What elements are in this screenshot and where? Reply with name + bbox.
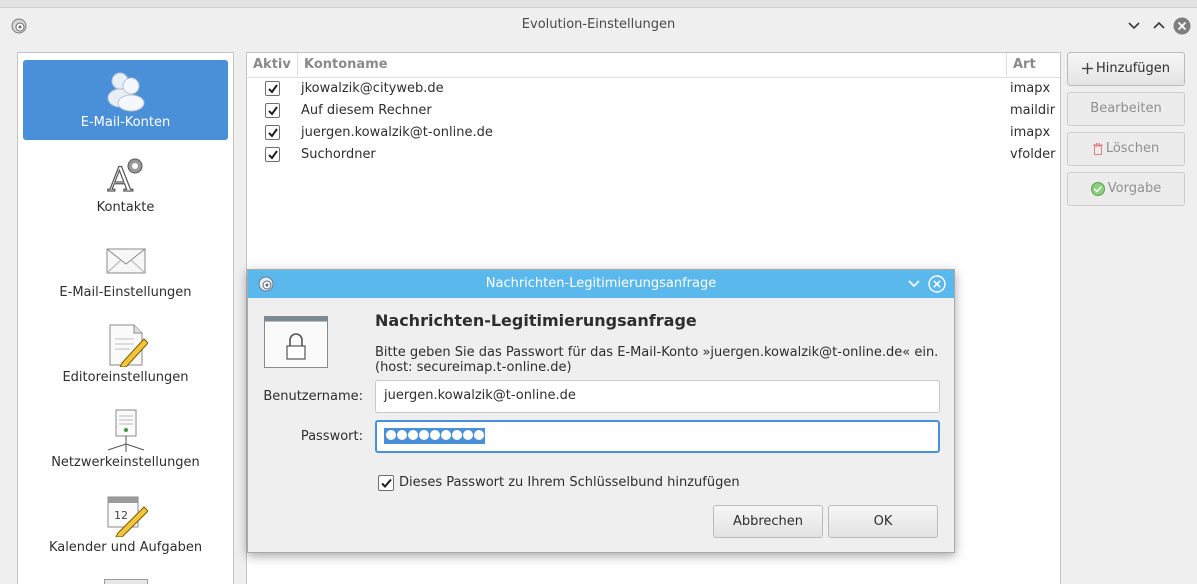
close-icon[interactable] [1172, 16, 1192, 36]
preferences-sidebar: E-Mail-Konten A Kontakte E-Mail-Einstell… [17, 52, 234, 584]
sidebar-item-label: Editoreinstellungen [62, 370, 189, 385]
window-title: Evolution-Einstellungen [521, 17, 676, 32]
network-icon [107, 409, 145, 452]
default-label: Vorgabe [1107, 181, 1162, 196]
account-name: juergen.kowalzik@t-online.de [301, 125, 493, 140]
dialog-message-line: Bitte geben Sie das Passwort für das E-M… [375, 345, 939, 360]
password-dot [451, 430, 462, 440]
column-header-account-name[interactable]: Kontoname [297, 53, 1006, 78]
close-icon[interactable] [928, 275, 946, 293]
account-type: vfolder [1010, 147, 1056, 162]
active-checkbox[interactable] [265, 103, 280, 118]
column-header-type[interactable]: Art [1006, 53, 1060, 78]
trash-icon [1092, 142, 1103, 155]
edit-label: Bearbeiten [1090, 101, 1162, 116]
password-dot [385, 430, 396, 440]
account-name: Auf diesem Rechner [301, 103, 432, 118]
password-dot [440, 430, 451, 440]
sidebar-item-mail-preferences[interactable]: E-Mail-Einstellungen [23, 230, 228, 310]
check-circle-icon [1090, 181, 1105, 196]
sidebar-item-contacts[interactable]: A Kontakte [23, 145, 228, 225]
password-dialog: Nachrichten-Legitimierungsanfrage Nachri… [247, 269, 955, 553]
default-account-button[interactable]: Vorgabe [1067, 172, 1185, 206]
envelope-icon [106, 248, 146, 274]
sidebar-item-email-accounts[interactable]: E-Mail-Konten [23, 60, 228, 140]
edit-account-button[interactable]: Bearbeiten [1067, 92, 1185, 126]
delete-label: Löschen [1105, 141, 1160, 156]
account-type: imapx [1010, 81, 1051, 96]
background-window-strip [0, 0, 1197, 8]
active-checkbox[interactable] [265, 125, 280, 140]
dialog-titlebar: Nachrichten-Legitimierungsanfrage [248, 270, 954, 298]
table-row[interactable]: juergen.kowalzik@t-online.de imapx [247, 122, 1060, 144]
password-field[interactable] [375, 420, 940, 453]
editor-icon [109, 324, 148, 367]
sidebar-item-label: Netzwerkeinstellungen [51, 455, 200, 470]
window-titlebar: Evolution-Einstellungen [0, 8, 1197, 44]
sidebar-item-label: Kontakte [96, 200, 155, 215]
column-header-active[interactable]: Aktiv [247, 53, 297, 78]
plus-icon [1082, 63, 1093, 74]
add-label: Hinzufügen [1096, 61, 1170, 76]
save-password-label[interactable]: Dieses Passwort zu Ihrem Schlüsselbund h… [399, 475, 740, 490]
password-dot [462, 430, 473, 440]
account-type: maildir [1010, 103, 1056, 118]
svg-text:12: 12 [114, 509, 128, 522]
table-row[interactable]: Suchordner vfolder [247, 144, 1060, 166]
lock-icon [264, 316, 328, 368]
username-label: Benutzername: [263, 389, 363, 404]
dialog-heading: Nachrichten-Legitimierungsanfrage [375, 311, 697, 330]
sidebar-item-label: E-Mail-Konten [80, 115, 171, 130]
ok-button[interactable]: OK [828, 505, 938, 538]
chevron-up-icon[interactable] [1149, 16, 1169, 36]
sidebar-item-label: E-Mail-Einstellungen [59, 285, 192, 300]
active-checkbox[interactable] [265, 81, 280, 96]
chevron-down-icon[interactable] [1124, 16, 1144, 36]
account-type: imapx [1010, 125, 1051, 140]
password-dot [429, 430, 440, 440]
password-dot [418, 430, 429, 440]
sidebar-item-calendar[interactable]: 12 Kalender und Aufgaben [23, 485, 228, 565]
password-dot [473, 430, 484, 440]
sidebar-next-item-icon [104, 579, 148, 584]
account-name: Suchordner [301, 147, 376, 162]
password-dot [407, 430, 418, 440]
calendar-icon: 12 [107, 496, 148, 537]
table-row[interactable]: jkowalzik@cityweb.de imapx [247, 78, 1060, 100]
username-field[interactable]: juergen.kowalzik@t-online.de [375, 380, 940, 413]
cancel-button[interactable]: Abbrechen [713, 505, 823, 538]
password-dot [396, 430, 407, 440]
table-row[interactable]: Auf diesem Rechner maildir [247, 100, 1060, 122]
save-password-checkbox[interactable] [378, 475, 394, 491]
chevron-down-icon[interactable] [904, 274, 924, 294]
email-accounts-icon [107, 72, 145, 112]
active-checkbox[interactable] [265, 147, 280, 162]
password-label: Passwort: [300, 429, 363, 444]
dialog-title: Nachrichten-Legitimierungsanfrage [485, 276, 717, 291]
add-account-button[interactable]: Hinzufügen [1067, 52, 1185, 86]
sidebar-item-network[interactable]: Netzwerkeinstellungen [23, 400, 228, 480]
delete-account-button[interactable]: Löschen [1067, 132, 1185, 166]
contacts-icon: A [106, 158, 143, 197]
dialog-message-host: (host: secureimap.t-online.de) [375, 360, 572, 375]
sidebar-item-label: Kalender und Aufgaben [48, 540, 203, 555]
sidebar-item-editor[interactable]: Editoreinstellungen [23, 315, 228, 395]
account-name: jkowalzik@cityweb.de [301, 81, 444, 96]
password-mask [384, 428, 485, 444]
dialog-message: Bitte geben Sie das Passwort für das E-M… [375, 345, 938, 375]
